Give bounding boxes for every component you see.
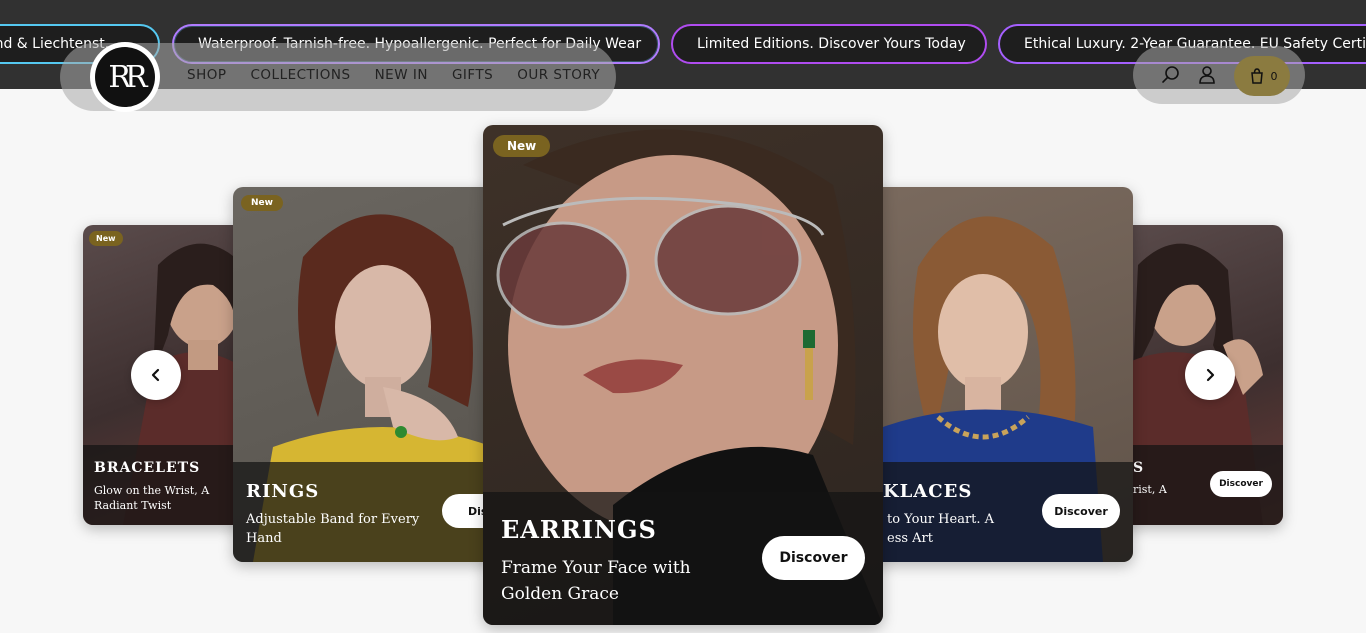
card-necklaces[interactable]: KLACES to Your Heart. A ess Art Discover (863, 187, 1133, 562)
carousel-next-button[interactable] (1185, 350, 1235, 400)
card-description: Frame Your Face with Golden Grace (501, 558, 691, 604)
brand-logo[interactable]: RR (90, 42, 160, 112)
search-icon[interactable] (1160, 64, 1182, 86)
card-description: Glow on the Wrist, A Radiant Twist (94, 484, 210, 512)
card-title: RINGS (246, 481, 320, 502)
nav-our-story[interactable]: OUR STORY (517, 67, 600, 83)
card-description: rist, A (1133, 483, 1167, 496)
card-rings[interactable]: New RINGS Adjustable Band for Every Hand… (233, 187, 503, 562)
card-title: BRACELETS (94, 460, 201, 476)
chevron-right-icon (1206, 368, 1215, 382)
new-badge: New (241, 195, 283, 211)
nav-new-in[interactable]: NEW IN (375, 67, 428, 83)
nav-collections[interactable]: COLLECTIONS (251, 67, 351, 83)
card-title: EARRINGS (501, 515, 657, 544)
card-description: to Your Heart. A ess Art (887, 512, 995, 546)
discover-button[interactable]: Discover (1042, 494, 1120, 528)
cart-button[interactable]: 0 (1234, 56, 1290, 96)
carousel-prev-button[interactable] (131, 350, 181, 400)
chevron-left-icon (151, 368, 160, 382)
nav-gifts[interactable]: GIFTS (452, 67, 493, 83)
card-title: S (1133, 460, 1145, 476)
card-title: KLACES (883, 481, 973, 502)
logo-monogram: RR (95, 47, 155, 107)
user-icon[interactable] (1196, 64, 1218, 86)
announcement-pill: Limited Editions. Discover Yours Today (671, 24, 987, 64)
main-nav: SHOP COLLECTIONS NEW IN GIFTS OUR STORY (187, 67, 600, 83)
card-earrings[interactable]: New EARRINGS Frame Your Face with Golden… (483, 125, 883, 625)
card-description: Adjustable Band for Every Hand (246, 512, 420, 546)
cart-icon (1250, 68, 1263, 84)
announcement-text: Limited Editions. Discover Yours Today (697, 36, 966, 52)
cart-count: 0 (1270, 69, 1278, 83)
discover-button[interactable]: Discover (762, 536, 865, 580)
nav-shop[interactable]: SHOP (187, 67, 227, 83)
new-badge: New (493, 135, 551, 157)
discover-button[interactable]: Discover (1210, 471, 1272, 497)
new-badge: New (89, 231, 123, 246)
